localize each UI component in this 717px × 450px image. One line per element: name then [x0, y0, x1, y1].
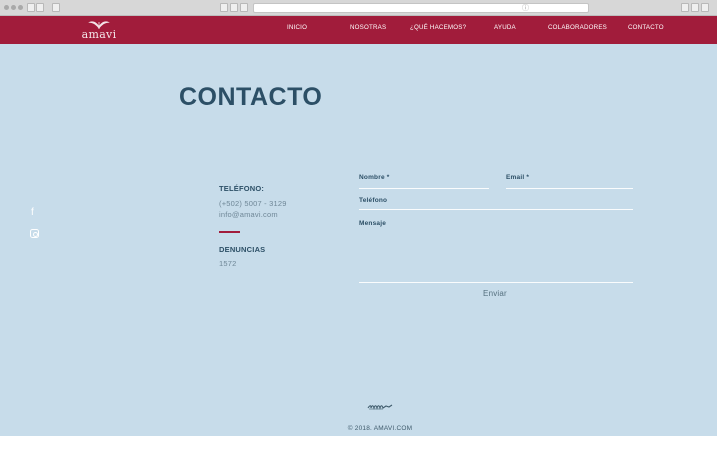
tabs-button[interactable]	[691, 3, 699, 12]
email-link[interactable]: info@amavi.com	[219, 210, 278, 219]
footer-ornament-icon	[367, 404, 393, 410]
complaints-number: 1572	[219, 259, 237, 268]
window-dot[interactable]	[11, 5, 16, 10]
message-label: Mensaje	[359, 220, 387, 227]
site-logo[interactable]: amavi	[74, 28, 124, 41]
name-underline	[359, 188, 489, 189]
nav-item-contacto[interactable]: CONTACTO	[628, 24, 664, 31]
nav-item-que-hacemos[interactable]: ¿QUÉ HACEMOS?	[410, 24, 466, 31]
phone-label: TELÉFONO:	[219, 184, 265, 193]
phone-field[interactable]: Teléfono	[359, 194, 633, 210]
message-field[interactable]: Mensaje	[359, 216, 633, 282]
email-underline	[506, 188, 633, 189]
phone-underline	[359, 209, 633, 210]
email-label: Email *	[506, 174, 530, 181]
phone-number[interactable]: (+502) 5007 - 3129	[219, 199, 287, 208]
phone-field-label: Teléfono	[359, 197, 388, 204]
back-button[interactable]	[27, 3, 35, 12]
complaints-label: DENUNCIAS	[219, 245, 266, 254]
toolbar-button[interactable]	[220, 3, 228, 12]
address-bar[interactable]: ⓘ	[253, 3, 589, 13]
section-divider	[219, 231, 240, 233]
nav-item-colaboradores[interactable]: COLABORADORES	[548, 24, 607, 31]
nav-item-nosotras[interactable]: NOSOTRAS	[350, 24, 386, 31]
window-dot[interactable]	[4, 5, 9, 10]
info-icon: ⓘ	[522, 4, 529, 12]
new-tab-button[interactable]	[701, 3, 709, 12]
facebook-icon[interactable]: f	[31, 208, 34, 218]
sidebar-button[interactable]	[52, 3, 60, 12]
nav-item-inicio[interactable]: INICIO	[287, 24, 307, 31]
message-underline	[359, 282, 633, 283]
site-header: amavi INICIO NOSOTRAS ¿QUÉ HACEMOS? AYUD…	[0, 16, 717, 44]
window-dot[interactable]	[18, 5, 23, 10]
forward-button[interactable]	[36, 3, 44, 12]
name-label: Nombre *	[359, 174, 390, 181]
submit-button[interactable]: Enviar	[470, 289, 520, 302]
page-title: CONTACTO	[179, 83, 323, 111]
browser-window: ⓘ amavi INICIO NOSOTRAS ¿QUÉ HACEMOS? AY…	[0, 0, 717, 436]
toolbar-button[interactable]	[230, 3, 238, 12]
name-field[interactable]: Nombre *	[359, 172, 489, 189]
nav-item-ayuda[interactable]: AYUDA	[494, 24, 516, 31]
share-button[interactable]	[681, 3, 689, 12]
toolbar-button[interactable]	[240, 3, 248, 12]
copyright: © 2018. AMAVI.COM	[347, 425, 413, 432]
browser-toolbar: ⓘ	[0, 0, 717, 16]
instagram-icon[interactable]	[30, 229, 39, 238]
email-field[interactable]: Email *	[506, 172, 633, 189]
